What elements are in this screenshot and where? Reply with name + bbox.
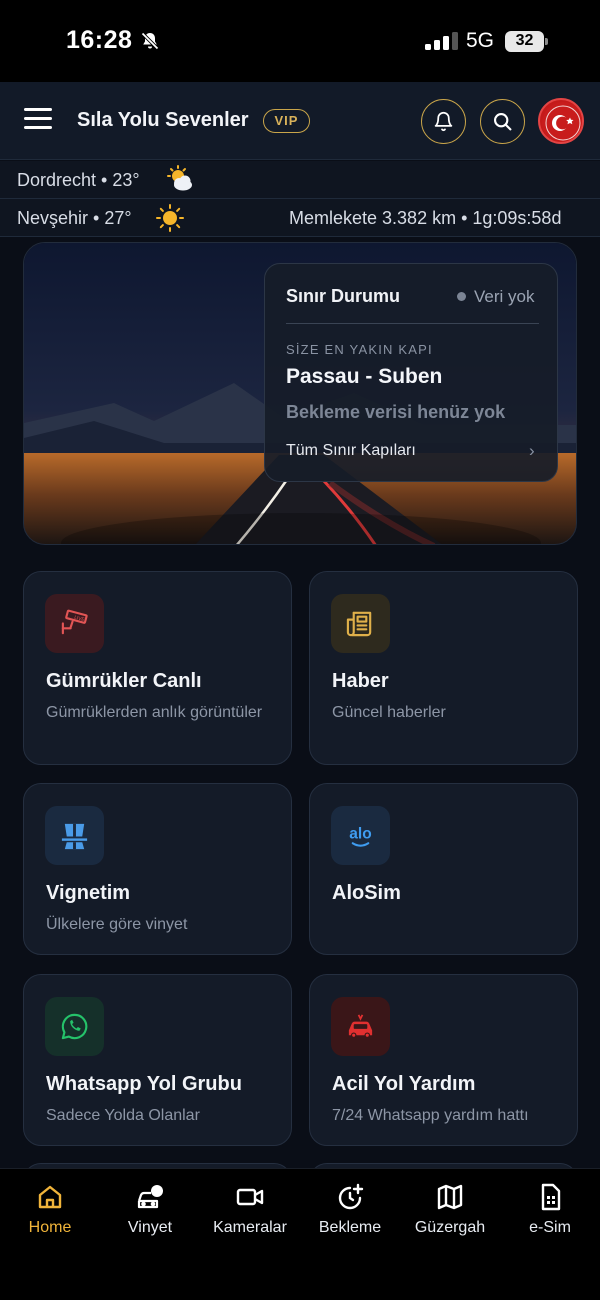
chevron-right-icon[interactable]: ›: [529, 441, 535, 461]
nav-label: e-Sim: [529, 1219, 571, 1236]
home-icon: [38, 1185, 62, 1209]
bell-icon: [434, 111, 453, 132]
weather-row-current: Dordrecht • 23°: [0, 161, 600, 199]
newspaper-icon: [331, 594, 390, 653]
notifications-button[interactable]: [421, 99, 466, 144]
nearest-gate-name: Passau - Suben: [286, 365, 443, 388]
tile-whatsapp-group[interactable]: Whatsapp Yol Grubu Sadece Yolda Olanlar: [23, 974, 292, 1146]
car-crash-icon: [331, 997, 390, 1056]
app-title: Sıla Yolu Sevenler: [77, 109, 249, 131]
tile-subtitle: Ülkelere göre vinyet: [46, 916, 188, 933]
vip-badge: VIP: [263, 109, 310, 133]
search-button[interactable]: [480, 99, 525, 144]
tile-customs-live[interactable]: LIVE Gümrükler Canlı Gümrüklerden anlık …: [23, 571, 292, 765]
nav-esim[interactable]: e-Sim: [500, 1183, 600, 1253]
nav-vignette[interactable]: Vinyet: [100, 1183, 200, 1253]
tile-title: Gümrükler Canlı: [46, 670, 202, 692]
nav-label: Home: [28, 1219, 72, 1236]
tile-subtitle: Gümrüklerden anlık görüntüler: [46, 704, 263, 721]
status-time: 16:28: [66, 26, 133, 54]
app-header: Sıla Yolu Sevenler VIP: [0, 82, 600, 160]
tile-subtitle: Sadece Yolda Olanlar: [46, 1107, 200, 1124]
car-alert-icon: [137, 1185, 163, 1209]
nav-label: Kameralar: [213, 1219, 287, 1236]
alo-logo-icon: alo: [331, 806, 390, 865]
divider: [286, 323, 539, 324]
video-camera-icon: [236, 1188, 264, 1206]
tile-subtitle: 7/24 Whatsapp yardım hattı: [332, 1107, 529, 1124]
tile-news[interactable]: Haber Güncel haberler: [309, 571, 578, 765]
tile-title: Vignetim: [46, 882, 131, 904]
border-status-title: Sınır Durumu: [286, 286, 401, 306]
nearest-gate-caption: SİZE EN YAKIN KAPI: [286, 342, 433, 357]
nav-home[interactable]: Home: [0, 1183, 100, 1253]
nav-cameras[interactable]: Kameralar: [200, 1183, 300, 1253]
weather-row-home: Nevşehir • 27° Memlekete 3.382 km • 1g:0…: [0, 199, 600, 237]
tile-title: Whatsapp Yol Grubu: [46, 1073, 242, 1095]
bell-off-icon: [141, 32, 159, 50]
bottom-nav: Home Vinyet Kameralar Bekleme Güzergah e…: [0, 1168, 600, 1300]
sim-card-icon: [541, 1183, 561, 1211]
sun-icon: [156, 204, 184, 232]
tile-title: AloSim: [332, 882, 401, 904]
tile-alosim[interactable]: alo AloSim: [309, 783, 578, 955]
nav-label: Vinyet: [127, 1219, 173, 1236]
battery-icon: 32: [505, 31, 548, 52]
highway-icon: [45, 806, 104, 865]
clock-plus-icon: [338, 1183, 364, 1210]
tile-emergency-assistance[interactable]: Acil Yol Yardım 7/24 Whatsapp yardım hat…: [309, 974, 578, 1146]
cctv-camera-icon: LIVE: [45, 594, 104, 653]
turkish-flag-logo-icon: [542, 102, 582, 142]
avatar[interactable]: [538, 98, 584, 144]
nav-label: Bekleme: [318, 1219, 382, 1236]
tile-subtitle: Güncel haberler: [332, 704, 446, 721]
battery-level: 32: [515, 32, 534, 49]
signal-icon: [425, 32, 458, 50]
current-weather: Dordrecht • 23°: [17, 170, 140, 190]
nav-route[interactable]: Güzergah: [400, 1183, 500, 1253]
network-label: 5G: [466, 29, 495, 52]
tile-vignette[interactable]: Vignetim Ülkelere göre vinyet: [23, 783, 292, 955]
home-weather: Nevşehir • 27°: [17, 208, 132, 228]
all-border-gates-link[interactable]: Tüm Sınır Kapıları: [286, 442, 416, 460]
partly-cloudy-icon: [167, 165, 192, 191]
map-icon: [437, 1184, 463, 1210]
svg-text:alo: alo: [349, 825, 371, 842]
nav-waiting[interactable]: Bekleme: [300, 1183, 400, 1253]
status-dot: [457, 292, 466, 301]
wait-time-text: Bekleme verisi henüz yok: [286, 402, 506, 422]
search-icon: [494, 113, 512, 131]
nav-label: Güzergah: [414, 1219, 486, 1236]
whatsapp-icon: [45, 997, 104, 1056]
border-status-value: Veri yok: [474, 287, 535, 306]
status-bar: 16:28 5G 32: [0, 0, 600, 82]
menu-icon[interactable]: [24, 106, 54, 132]
tile-title: Haber: [332, 670, 389, 692]
border-status-card[interactable]: Sınır Durumu Veri yok SİZE EN YAKIN KAPI…: [264, 263, 558, 482]
tile-title: Acil Yol Yardım: [332, 1073, 476, 1095]
distance-countdown: Memlekete 3.382 km • 1g:09s:58d: [289, 208, 562, 228]
